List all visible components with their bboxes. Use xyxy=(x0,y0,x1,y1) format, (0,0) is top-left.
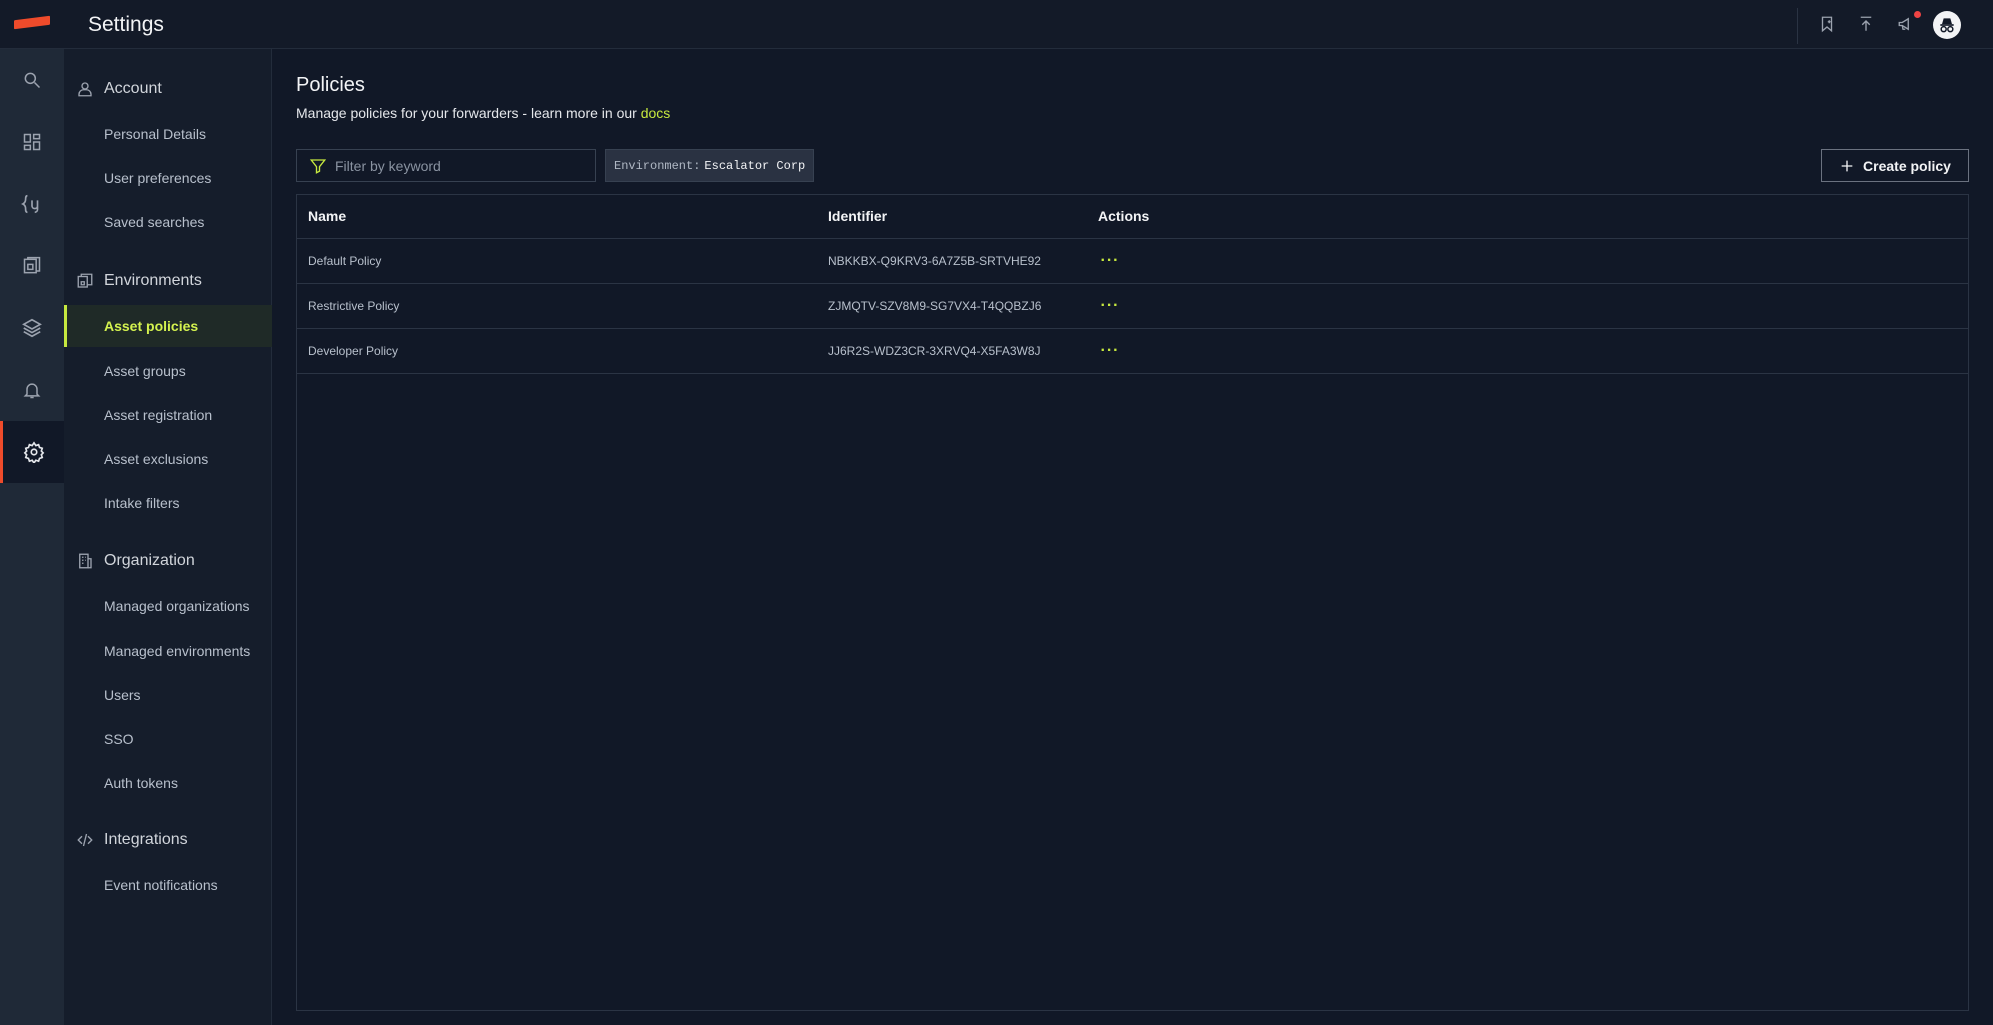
environment-key: Environment: xyxy=(614,158,701,173)
notification-dot xyxy=(1914,11,1921,18)
nav-item-user-preferences[interactable]: User preferences xyxy=(64,157,272,199)
policies-table: Name Identifier Actions Default Policy N… xyxy=(296,194,1969,1011)
nav-section-label: Environments xyxy=(104,272,202,289)
expand-chevron-icon[interactable] xyxy=(0,1017,64,1025)
description-text: Manage policies for your forwarders - le… xyxy=(296,105,641,121)
policy-name: Developer Policy xyxy=(308,344,399,358)
bell-icon[interactable] xyxy=(0,359,64,421)
environment-chip[interactable]: Environment: Escalator Corp xyxy=(605,149,815,182)
nav-section-environments: Environments xyxy=(64,266,272,296)
filter-icon xyxy=(309,157,327,175)
nav-item-intake-filters[interactable]: Intake filters xyxy=(64,482,272,524)
nav-item-auth-tokens[interactable]: Auth tokens xyxy=(64,762,272,804)
plus-icon xyxy=(1839,158,1855,174)
nav-item-sso[interactable]: SSO xyxy=(64,718,272,760)
settings-nav: Account Personal Details User preference… xyxy=(64,49,272,1025)
nav-item-users[interactable]: Users xyxy=(64,674,272,716)
filter-box[interactable] xyxy=(296,149,596,182)
nav-item-saved-searches[interactable]: Saved searches xyxy=(64,201,272,243)
user-icon xyxy=(76,80,94,98)
reports-icon[interactable] xyxy=(0,235,64,297)
dashboard-icon[interactable] xyxy=(0,111,64,173)
nav-item-asset-registration[interactable]: Asset registration xyxy=(64,394,272,436)
upload-icon[interactable] xyxy=(1854,12,1878,36)
query-icon[interactable] xyxy=(0,173,64,235)
policy-identifier: JJ6R2S-WDZ3CR-3XRVQ4-X5FA3W8J xyxy=(828,344,1041,358)
policy-name: Default Policy xyxy=(308,254,382,268)
nav-item-asset-policies[interactable]: Asset policies xyxy=(64,305,272,347)
nav-section-account: Account xyxy=(64,74,272,104)
bookmark-icon[interactable] xyxy=(1815,12,1839,36)
search-icon[interactable] xyxy=(0,49,64,111)
column-header-name: Name xyxy=(308,208,347,224)
topbar-divider xyxy=(1797,8,1798,44)
nav-section-label: Organization xyxy=(104,552,195,569)
create-policy-button[interactable]: Create policy xyxy=(1821,149,1969,182)
layers-icon[interactable] xyxy=(0,297,64,359)
nav-item-managed-organizations[interactable]: Managed organizations xyxy=(64,585,272,627)
nav-item-asset-groups[interactable]: Asset groups xyxy=(64,350,272,392)
page-description: Manage policies for your forwarders - le… xyxy=(296,105,670,121)
nav-section-organization: Organization xyxy=(64,546,272,576)
nav-section-integrations: Integrations xyxy=(64,825,272,855)
table-row[interactable]: Restrictive Policy ZJMQTV-SZV8M9-SG7VX4-… xyxy=(297,284,1968,329)
policy-identifier: ZJMQTV-SZV8M9-SG7VX4-T4QQBZJ6 xyxy=(828,299,1042,313)
policy-name: Restrictive Policy xyxy=(308,299,400,313)
table-row[interactable]: Default Policy NBKKBX-Q9KRV3-6A7Z5B-SRTV… xyxy=(297,239,1968,284)
page-title: Policies xyxy=(296,74,365,96)
row-actions-button[interactable]: ··· xyxy=(1097,339,1123,363)
nav-item-asset-exclusions[interactable]: Asset exclusions xyxy=(64,438,272,480)
code-icon xyxy=(76,831,94,849)
main-content: Policies Manage policies for your forwar… xyxy=(272,49,1993,1025)
incognito-avatar-icon[interactable] xyxy=(1933,11,1961,39)
column-header-identifier: Identifier xyxy=(828,208,888,224)
gear-icon[interactable] xyxy=(0,421,64,483)
column-header-actions: Actions xyxy=(1098,208,1150,224)
row-actions-button[interactable]: ··· xyxy=(1097,249,1123,273)
filter-input[interactable] xyxy=(335,157,585,174)
nav-item-managed-environments[interactable]: Managed environments xyxy=(64,630,272,672)
table-row[interactable]: Developer Policy JJ6R2S-WDZ3CR-3XRVQ4-X5… xyxy=(297,329,1968,374)
create-policy-label: Create policy xyxy=(1863,157,1951,174)
nav-section-label: Integrations xyxy=(104,831,188,848)
left-rail xyxy=(0,49,64,1025)
nav-item-personal-details[interactable]: Personal Details xyxy=(64,113,272,155)
table-header: Name Identifier Actions xyxy=(297,195,1968,239)
app-title: Settings xyxy=(88,13,164,36)
environment-value: Escalator Corp xyxy=(704,158,806,173)
row-actions-button[interactable]: ··· xyxy=(1097,294,1123,318)
nav-section-label: Account xyxy=(104,80,162,97)
environments-icon xyxy=(76,272,94,290)
nav-item-event-notifications[interactable]: Event notifications xyxy=(64,864,272,906)
brand-logo[interactable] xyxy=(14,15,50,30)
policy-identifier: NBKKBX-Q9KRV3-6A7Z5B-SRTVHE92 xyxy=(828,254,1041,268)
top-bar: Settings xyxy=(0,0,1993,49)
docs-link[interactable]: docs xyxy=(641,105,671,121)
building-icon xyxy=(76,552,94,570)
